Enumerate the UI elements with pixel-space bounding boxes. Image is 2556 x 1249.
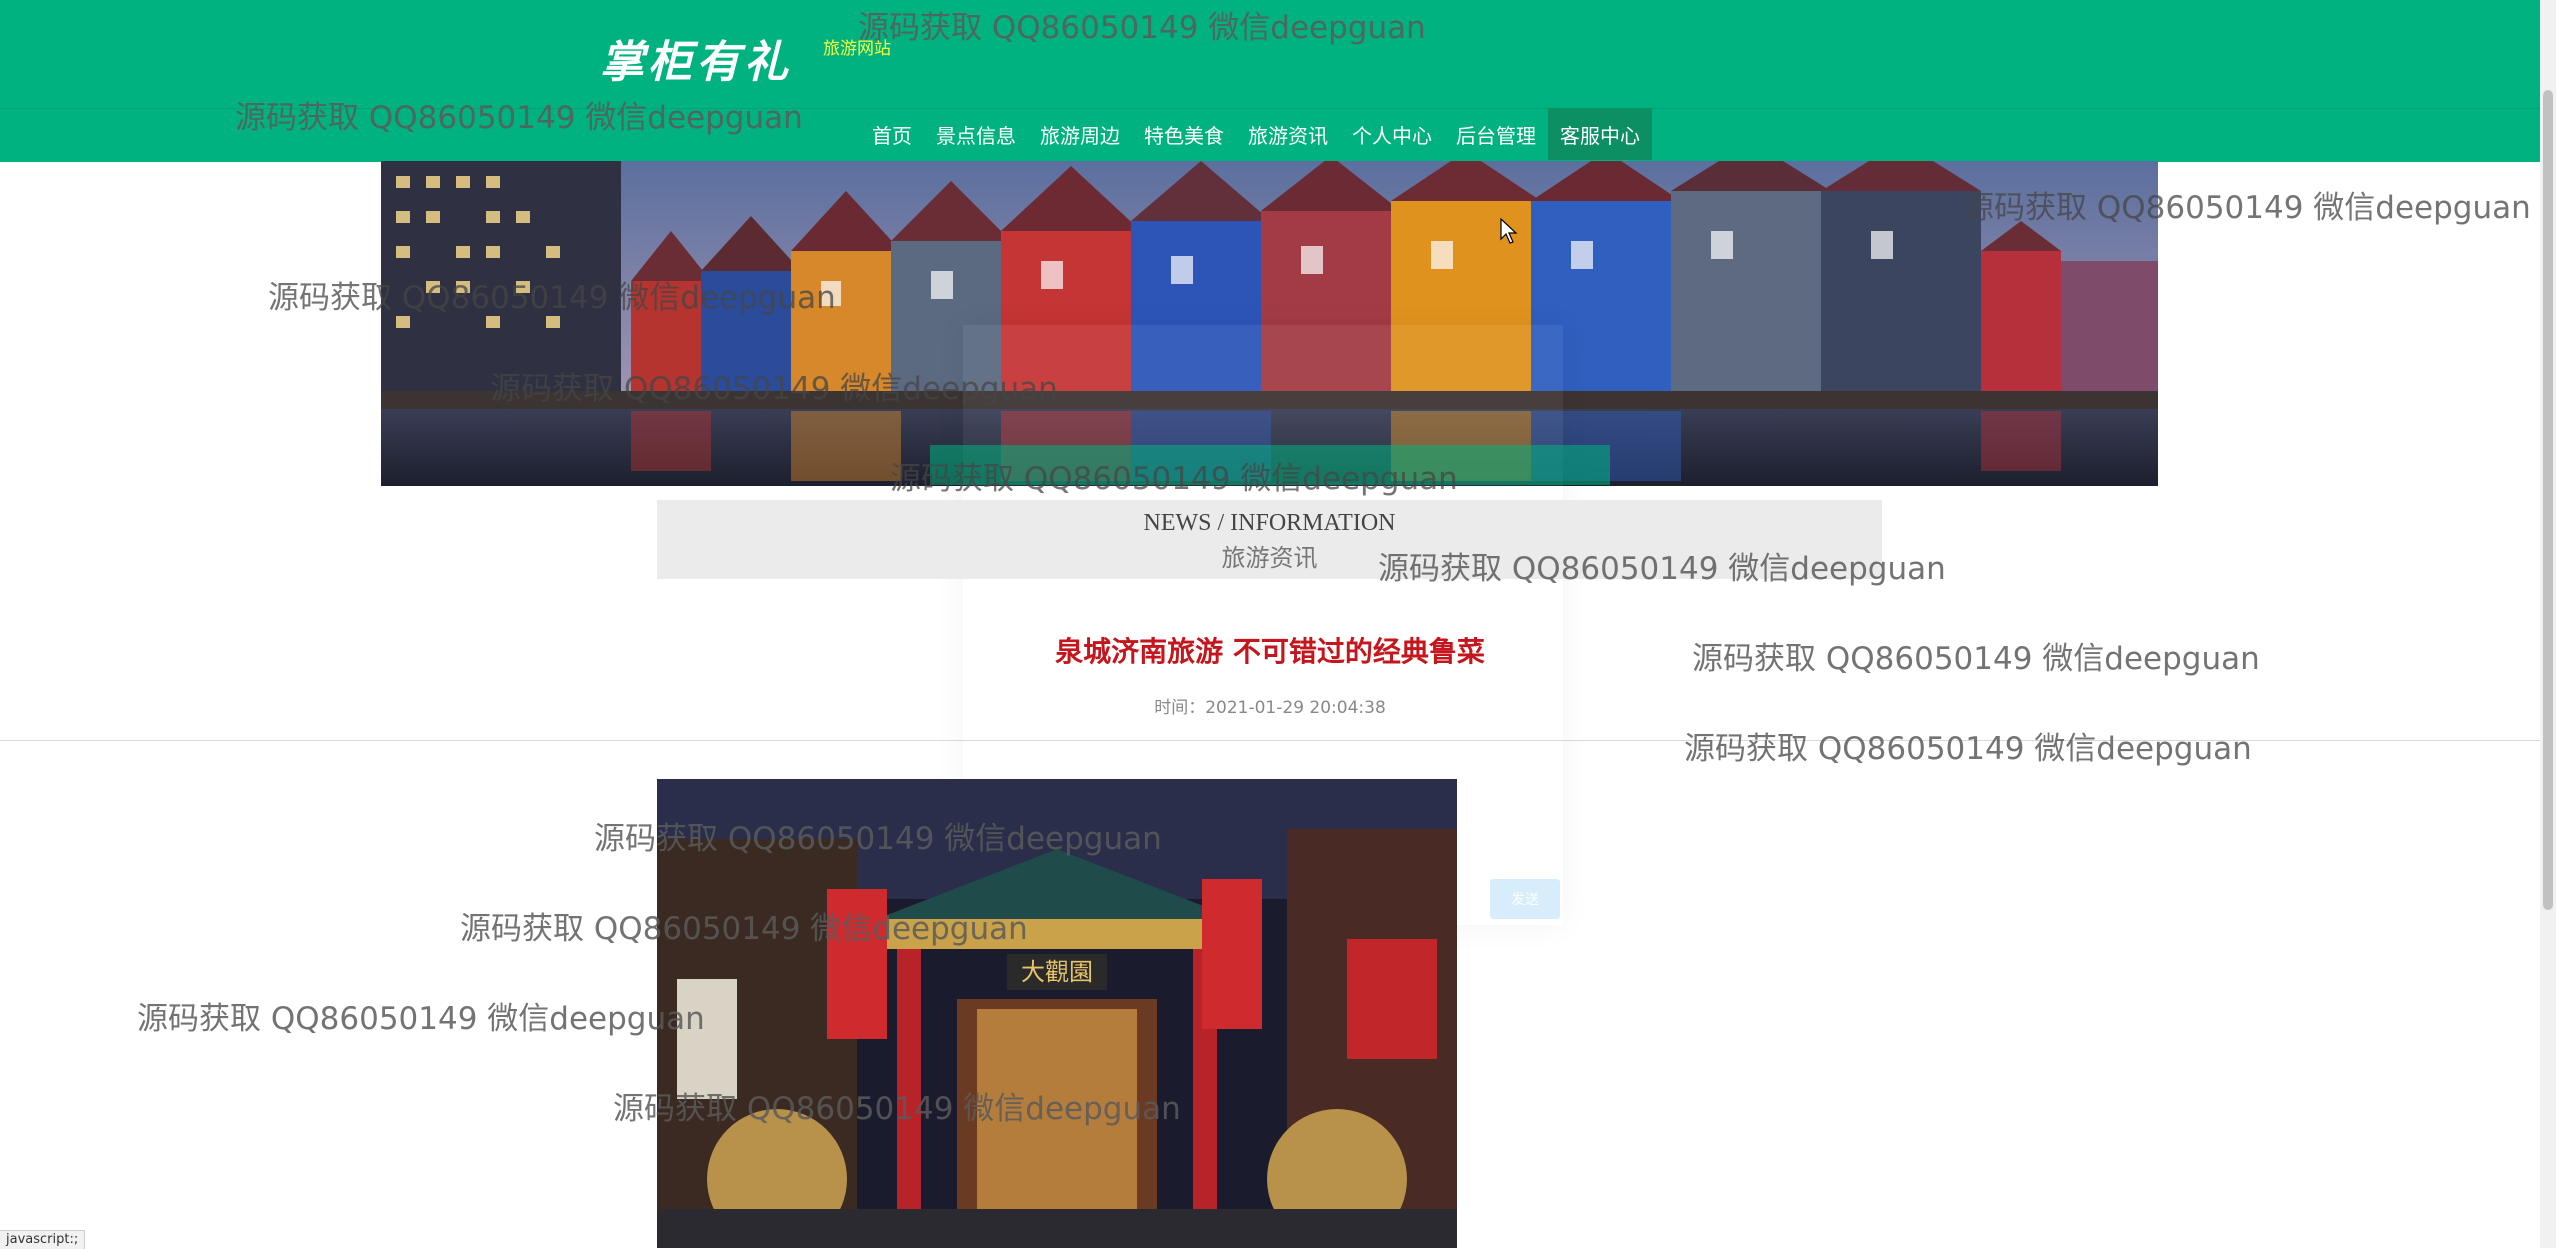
section-header: NEWS / INFORMATION 旅游资讯	[657, 500, 1882, 579]
nav-item-user-center[interactable]: 个人中心	[1340, 108, 1444, 160]
watermark-text: 源码获取 QQ86050149 微信deepguan	[137, 1001, 705, 1037]
article-title: 泉城济南旅游 不可错过的经典鲁菜	[1055, 635, 1485, 668]
chat-modal-header	[930, 445, 1610, 485]
nav-menu: 首页 景点信息 旅游周边 特色美食 旅游资讯 个人中心 后台管理 客服中心	[860, 108, 1652, 160]
article-photo: 大觀園	[657, 779, 1457, 1248]
nav-item-travel-around[interactable]: 旅游周边	[1028, 108, 1132, 160]
nav-item-customer-service[interactable]: 客服中心	[1548, 108, 1652, 160]
site-logo[interactable]: 掌柜有礼	[600, 26, 792, 90]
section-title-cn: 旅游资讯	[1221, 546, 1318, 572]
top-header	[0, 0, 2540, 108]
chat-send-button[interactable]: 发送	[1490, 879, 1560, 919]
mouse-cursor-icon	[1500, 218, 1518, 244]
scrollbar-thumb[interactable]	[2543, 90, 2553, 910]
article-time: 时间：2021-01-29 20:04:38	[1154, 698, 1386, 718]
section-title-en: NEWS / INFORMATION	[1143, 510, 1396, 536]
vertical-scrollbar[interactable]	[2540, 0, 2556, 1248]
browser-status-bar: javascript:;	[0, 1230, 86, 1249]
gate-sign: 大觀園	[1021, 958, 1093, 986]
nav-item-attractions[interactable]: 景点信息	[924, 108, 1028, 160]
nav-item-home[interactable]: 首页	[860, 108, 924, 160]
nav-item-local-food[interactable]: 特色美食	[1132, 108, 1236, 160]
nav-item-travel-news[interactable]: 旅游资讯	[1236, 108, 1340, 160]
nav-item-admin[interactable]: 后台管理	[1444, 108, 1548, 160]
site-logo-subtitle: 旅游网站	[823, 39, 891, 58]
divider	[0, 740, 2540, 741]
watermark-text: 源码获取 QQ86050149 微信deepguan	[1684, 731, 2252, 767]
